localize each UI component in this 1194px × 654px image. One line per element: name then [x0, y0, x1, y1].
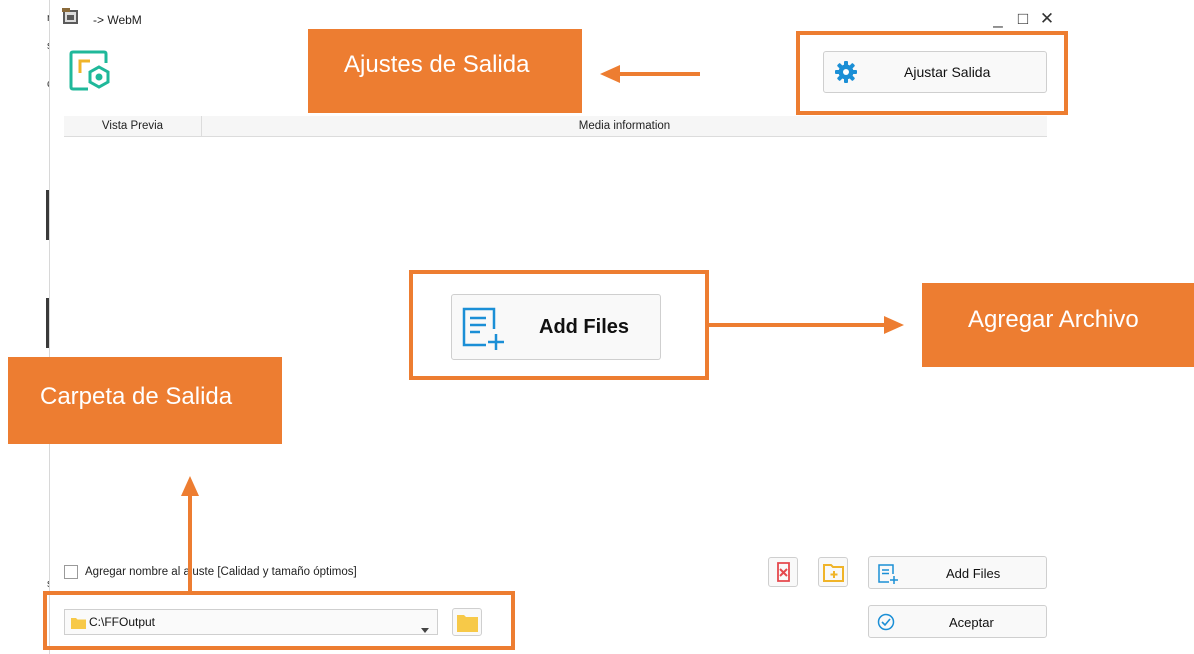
arrowhead-settings	[600, 65, 620, 83]
arrowhead-folder	[181, 476, 199, 496]
arrowhead-add-file	[884, 316, 904, 334]
annotation-arrows	[181, 65, 904, 592]
